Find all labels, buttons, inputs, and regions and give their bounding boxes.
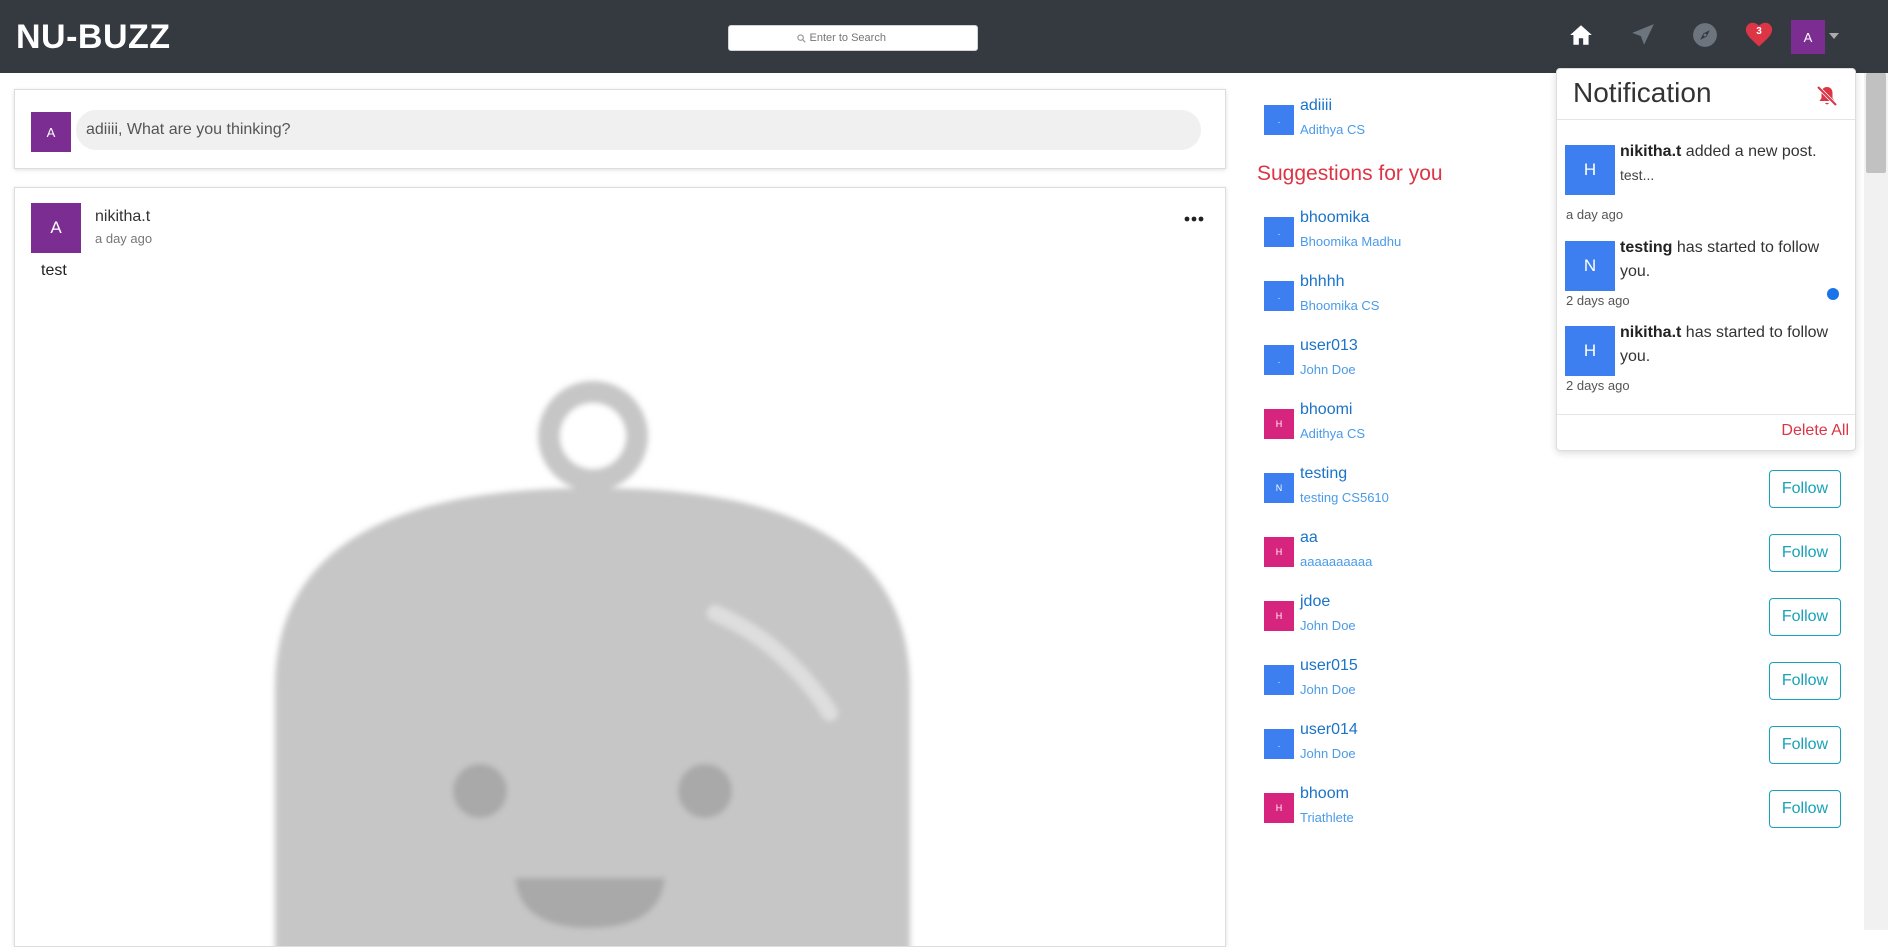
suggestion-avatar: H bbox=[1264, 537, 1294, 567]
suggestion-item[interactable]: H bhoomi Adithya CS bbox=[1264, 401, 1464, 451]
notifications-button[interactable]: 3 bbox=[1744, 20, 1774, 48]
suggestion-item[interactable]: H bhoom Triathlete bbox=[1264, 785, 1464, 835]
notification-snippet: test... bbox=[1620, 167, 1655, 183]
notification-text: testing has started to follow you. bbox=[1620, 236, 1830, 284]
suggestion-username[interactable]: user013 bbox=[1300, 337, 1358, 355]
suggestion-avatar: . bbox=[1264, 217, 1294, 247]
suggestion-fullname: Bhoomika Madhu bbox=[1300, 234, 1402, 249]
suggestion-item[interactable]: . user013 John Doe bbox=[1264, 337, 1464, 387]
bell-slash-icon[interactable] bbox=[1815, 84, 1839, 108]
post-text: test bbox=[41, 262, 67, 279]
divider bbox=[1557, 414, 1855, 415]
page-scrollbar[interactable] bbox=[1864, 73, 1888, 930]
unread-indicator bbox=[1827, 288, 1839, 300]
notification-avatar: H bbox=[1565, 326, 1615, 376]
notification-panel: Notification H nikitha.t added a new pos… bbox=[1556, 68, 1856, 451]
notification-actor[interactable]: nikitha.t bbox=[1620, 143, 1681, 160]
follow-button[interactable]: Follow bbox=[1769, 726, 1841, 764]
suggestion-username[interactable]: bhoom bbox=[1300, 785, 1349, 803]
suggestion-item[interactable]: . user015 John Doe bbox=[1264, 657, 1464, 707]
follow-button[interactable]: Follow bbox=[1769, 598, 1841, 636]
more-options-icon[interactable] bbox=[1183, 215, 1205, 223]
composer-input[interactable]: adiiii, What are you thinking? bbox=[76, 110, 1201, 150]
divider bbox=[1557, 119, 1855, 120]
follow-button[interactable]: Follow bbox=[1769, 790, 1841, 828]
suggestion-username[interactable]: bhoomika bbox=[1300, 209, 1369, 227]
notification-count-badge: 3 bbox=[1756, 26, 1762, 37]
suggestion-username[interactable]: aa bbox=[1300, 529, 1318, 547]
post-author-avatar[interactable]: A bbox=[31, 203, 81, 253]
suggestion-username[interactable]: user014 bbox=[1300, 721, 1358, 739]
post-composer: A adiiii, What are you thinking? bbox=[14, 89, 1226, 169]
notification-time: 2 days ago bbox=[1566, 378, 1630, 393]
notification-time: a day ago bbox=[1566, 207, 1624, 222]
suggestion-avatar: N bbox=[1264, 473, 1294, 503]
notification-text: nikitha.t has started to follow you. bbox=[1620, 321, 1830, 369]
brand-logo[interactable]: NU-BUZZ bbox=[16, 18, 171, 57]
suggestion-username[interactable]: bhhhh bbox=[1300, 273, 1345, 291]
suggestion-fullname: Adithya CS bbox=[1300, 426, 1366, 441]
search-input[interactable] bbox=[809, 32, 910, 44]
suggestion-username[interactable]: testing bbox=[1300, 465, 1347, 483]
suggestion-item[interactable]: N testing testing CS5610 bbox=[1264, 465, 1464, 515]
notification-actor[interactable]: testing bbox=[1620, 239, 1672, 256]
notification-message: added a new post. bbox=[1681, 143, 1817, 160]
suggestion-username[interactable]: user015 bbox=[1300, 657, 1358, 675]
suggestion-fullname: John Doe bbox=[1300, 362, 1356, 377]
suggestions-title: Suggestions for you bbox=[1257, 162, 1443, 185]
follow-button[interactable]: Follow bbox=[1769, 470, 1841, 508]
notification-title: Notification bbox=[1573, 77, 1712, 108]
suggestion-item[interactable]: . bhoomika Bhoomika Madhu bbox=[1264, 209, 1464, 259]
suggestion-item[interactable]: . bhhhh Bhoomika CS bbox=[1264, 273, 1464, 323]
top-navbar: NU-BUZZ 3 A bbox=[0, 0, 1888, 73]
notification-actor[interactable]: nikitha.t bbox=[1620, 324, 1681, 341]
notification-text: nikitha.t added a new post. test... bbox=[1620, 140, 1830, 186]
scrollbar-thumb[interactable] bbox=[1866, 73, 1886, 173]
suggestion-username[interactable]: jdoe bbox=[1300, 593, 1330, 611]
search-box[interactable] bbox=[728, 25, 978, 51]
compass-icon[interactable] bbox=[1692, 22, 1718, 48]
suggestion-avatar: . bbox=[1264, 729, 1294, 759]
user-avatar-menu[interactable]: A bbox=[1791, 20, 1825, 54]
suggestion-item[interactable]: H aa aaaaaaaaaa bbox=[1264, 529, 1464, 579]
suggestion-item[interactable]: . user014 John Doe bbox=[1264, 721, 1464, 771]
suggestion-fullname: aaaaaaaaaa bbox=[1300, 554, 1373, 569]
suggestion-fullname: John Doe bbox=[1300, 682, 1356, 697]
suggestion-fullname: Bhoomika CS bbox=[1300, 298, 1380, 313]
current-user-fullname: Adithya CS bbox=[1300, 122, 1366, 137]
suggestion-fullname: John Doe bbox=[1300, 746, 1356, 761]
composer-avatar: A bbox=[31, 112, 71, 152]
current-user-avatar: . bbox=[1264, 105, 1294, 135]
current-user-username[interactable]: adiiii bbox=[1300, 97, 1332, 115]
suggestion-avatar: H bbox=[1264, 793, 1294, 823]
delete-all-button[interactable]: Delete All bbox=[1781, 422, 1849, 440]
home-icon[interactable] bbox=[1568, 22, 1594, 48]
follow-button[interactable]: Follow bbox=[1769, 534, 1841, 572]
suggestion-fullname: Triathlete bbox=[1300, 810, 1354, 825]
suggestion-fullname: testing CS5610 bbox=[1300, 490, 1389, 505]
chevron-down-icon[interactable] bbox=[1829, 33, 1839, 39]
search-icon bbox=[796, 33, 806, 43]
suggestion-avatar: . bbox=[1264, 281, 1294, 311]
suggestion-username[interactable]: bhoomi bbox=[1300, 401, 1352, 419]
suggestion-item[interactable]: H jdoe John Doe bbox=[1264, 593, 1464, 643]
suggestion-avatar: . bbox=[1264, 345, 1294, 375]
post-timestamp: a day ago bbox=[95, 231, 153, 246]
suggestion-avatar: H bbox=[1264, 409, 1294, 439]
post-card: A nikitha.t a day ago test bbox=[14, 187, 1226, 947]
suggestion-avatar: H bbox=[1264, 601, 1294, 631]
post-image-placeholder bbox=[275, 381, 910, 946]
follow-button[interactable]: Follow bbox=[1769, 662, 1841, 700]
current-user-card[interactable]: . adiiii Adithya CS bbox=[1264, 97, 1464, 147]
suggestion-fullname: John Doe bbox=[1300, 618, 1356, 633]
notification-time: 2 days ago bbox=[1566, 293, 1630, 308]
suggestion-avatar: . bbox=[1264, 665, 1294, 695]
notification-avatar: H bbox=[1565, 145, 1615, 195]
post-author[interactable]: nikitha.t bbox=[95, 208, 150, 226]
notification-avatar: N bbox=[1565, 241, 1615, 291]
send-icon[interactable] bbox=[1630, 22, 1656, 48]
